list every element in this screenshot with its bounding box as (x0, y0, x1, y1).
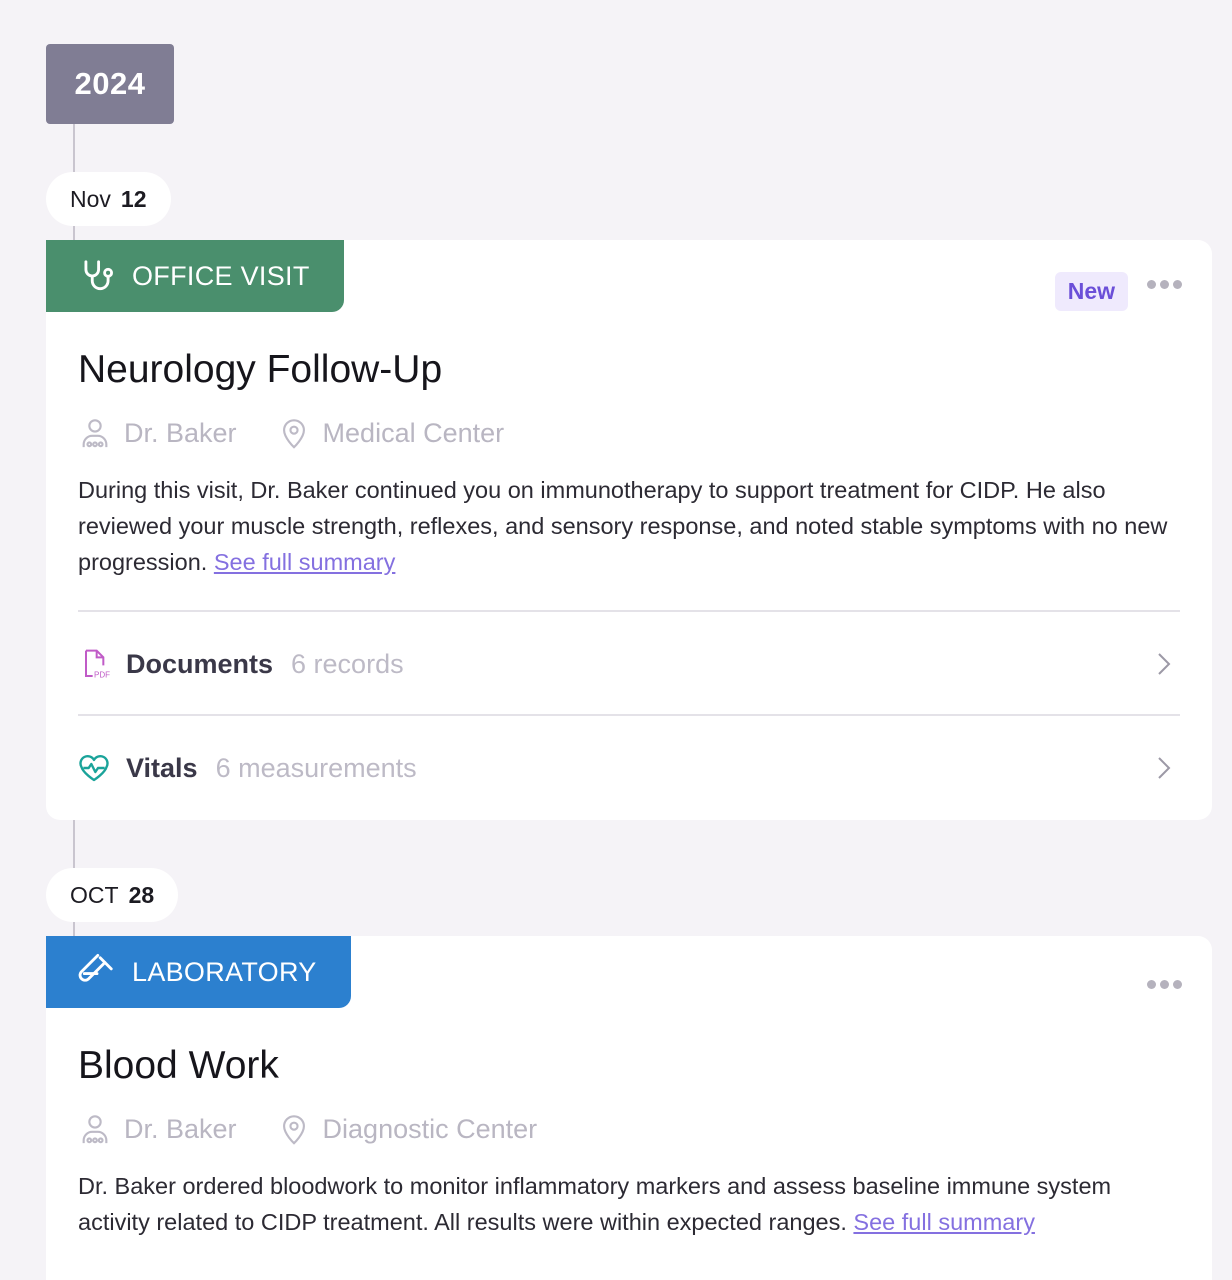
location-pin-icon (282, 419, 305, 449)
lab-summary: Dr. Baker ordered bloodwork to monitor i… (78, 1168, 1188, 1240)
documents-label: Documents (126, 648, 274, 679)
meta-row: Dr. Baker Diagnostic Center (78, 1112, 577, 1146)
card-title: Neurology Follow-Up (78, 348, 443, 391)
location-info: Diagnostic Center (277, 1112, 538, 1146)
documents-count: 6 records (291, 648, 404, 679)
location-info: Medical Center (277, 416, 505, 450)
heart-pulse-icon (79, 754, 109, 782)
card-title: Blood Work (78, 1044, 279, 1087)
doctor-icon (82, 419, 108, 448)
doctor-icon (82, 1115, 108, 1144)
more-options-button[interactable] (1147, 980, 1182, 989)
divider (78, 714, 1180, 716)
office-visit-card[interactable]: OFFICE VISIT New Neurology Follow-Up Dr.… (46, 240, 1212, 820)
timeline-line (73, 226, 75, 240)
visit-summary: During this visit, Dr. Baker continued y… (78, 472, 1188, 580)
vitals-row[interactable]: Vitals 6 measurements (78, 718, 1180, 818)
date-day: 12 (120, 185, 147, 212)
doctor-info: Dr. Baker (78, 416, 237, 450)
stethoscope-icon (84, 260, 113, 291)
timeline-line (73, 124, 75, 172)
date-month: Nov (70, 185, 111, 212)
doctor-name: Dr. Baker (124, 1113, 237, 1144)
laboratory-card[interactable]: LABORATORY Blood Work Dr. Baker Diagnost… (46, 936, 1212, 1280)
see-full-summary-link[interactable]: See full summary (214, 549, 396, 575)
category-label: OFFICE VISIT (132, 260, 310, 291)
pdf-file-icon: PDF (85, 649, 110, 679)
doctor-name: Dr. Baker (124, 417, 237, 448)
timeline-line (73, 820, 75, 868)
year-badge: 2024 (46, 44, 174, 124)
documents-row[interactable]: PDF Documents 6 records (78, 614, 1180, 714)
timeline-line (73, 922, 75, 936)
location-name: Medical Center (322, 417, 505, 448)
vitals-count: 6 measurements (215, 752, 417, 783)
location-name: Diagnostic Center (322, 1113, 538, 1144)
chevron-right-icon (1158, 757, 1171, 779)
test-tube-icon (78, 953, 113, 982)
meta-row: Dr. Baker Medical Center (78, 416, 544, 450)
date-pill: OCT 28 (46, 868, 179, 922)
divider (78, 610, 1180, 612)
date-month: OCT (70, 881, 119, 908)
category-tag: OFFICE VISIT (46, 240, 344, 312)
new-badge: New (1054, 272, 1128, 311)
date-day: 28 (128, 881, 155, 908)
vitals-label: Vitals (126, 752, 198, 783)
category-tag: LABORATORY (46, 936, 351, 1008)
see-full-summary-link[interactable]: See full summary (853, 1209, 1035, 1235)
svg-text:PDF: PDF (94, 670, 110, 679)
more-options-button[interactable] (1147, 280, 1182, 289)
doctor-info: Dr. Baker (78, 1112, 237, 1146)
date-pill: Nov 12 (46, 172, 171, 226)
location-pin-icon (282, 1115, 305, 1145)
chevron-right-icon (1158, 653, 1171, 675)
category-label: LABORATORY (132, 956, 317, 987)
